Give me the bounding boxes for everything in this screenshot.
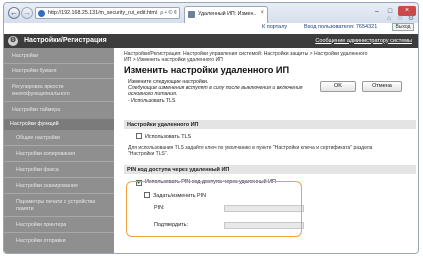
sidebar-divider xyxy=(4,78,114,79)
forward-button[interactable]: → xyxy=(21,7,33,19)
tab-close-icon[interactable]: × xyxy=(260,10,264,16)
back-button[interactable]: ← xyxy=(8,7,20,19)
sidebar-divider xyxy=(4,232,114,233)
section-pin-access: PIN код доступа через удаленный ИП xyxy=(124,165,416,174)
login-info: Вход пользователя: 7654321 xyxy=(304,24,378,30)
desc-line-4: - Использовать TLS xyxy=(128,97,176,104)
sidebar-divider xyxy=(4,63,114,64)
use-tls-row[interactable]: Использовать TLS xyxy=(136,133,191,140)
use-tls-label: Использовать TLS xyxy=(145,134,192,140)
tls-note-line-1: Для использования TLS задайте ключ по ум… xyxy=(128,145,373,151)
sidebar-item-general[interactable]: Общие настройки xyxy=(4,132,114,145)
section-remote-ui-settings: Настройки удаленного ИП xyxy=(124,120,416,129)
admin-message-link[interactable]: Сообщение администратору системы xyxy=(315,38,412,44)
browser-toolbar: ← → http://192.168.25.131/m_security_rui… xyxy=(4,3,418,23)
ie-icon xyxy=(38,10,45,17)
settings-logo-icon: ⚙ xyxy=(8,36,18,46)
url-text: http://192.168.25.131/m_security_rui_edi… xyxy=(48,10,157,16)
sidebar-divider xyxy=(4,193,114,194)
tls-note-line-2: "Настройки TLS". xyxy=(128,151,169,157)
breadcrumb: Настройки/Регистрация: Настройки управле… xyxy=(124,51,414,63)
address-controls[interactable]: ρ • © ¢ xyxy=(160,10,177,16)
page-favicon-icon xyxy=(188,11,195,18)
cancel-button[interactable]: Отмена xyxy=(362,81,402,92)
portal-link[interactable]: К порталу xyxy=(262,24,287,30)
sidebar: Настройки Настройки бумаги Регулировка я… xyxy=(4,48,114,253)
sidebar-item-paper[interactable]: Настройки бумаги xyxy=(4,65,114,78)
sidebar-item-timer[interactable]: Настройки таймера xyxy=(4,104,114,117)
header-title: Настройки/Регистрация xyxy=(24,37,107,44)
ok-button[interactable]: OK xyxy=(320,81,356,92)
sidebar-item-settings[interactable]: Настройки xyxy=(4,50,114,63)
minimize-icon[interactable]: – xyxy=(372,7,382,17)
sidebar-item-scan[interactable]: Настройки сканирования xyxy=(4,180,114,193)
sidebar-divider xyxy=(4,161,114,162)
address-bar[interactable]: http://192.168.25.131/m_security_rui_edi… xyxy=(35,7,180,19)
sidebar-item-brightness-cont[interactable]: многофункционального xyxy=(4,88,114,98)
sidebar-section-head: Настройки функций xyxy=(4,119,114,130)
sidebar-divider xyxy=(4,216,114,217)
sidebar-item-copy[interactable]: Настройки копирования xyxy=(4,148,114,161)
description: Измените следующие настройки. Следующие … xyxy=(128,79,318,104)
logout-button[interactable]: Выход xyxy=(392,23,414,31)
sidebar-item-fax[interactable]: Настройки факса xyxy=(4,164,114,177)
sidebar-divider xyxy=(4,177,114,178)
app-header: ⚙ Настройки/Регистрация Сообщение админи… xyxy=(4,34,418,48)
sidebar-item-printer[interactable]: Настройки принтера xyxy=(4,219,114,232)
page-title: Изменить настройки удаленного ИП xyxy=(124,65,290,75)
use-tls-checkbox[interactable] xyxy=(136,133,142,139)
sidebar-item-print-memory-cont[interactable]: памяти xyxy=(4,203,114,213)
browser-tab[interactable]: Удаленный ИП: Измен... × xyxy=(184,6,268,23)
breadcrumb-line-2[interactable]: ИП > Изменить настройки удаленного ИП xyxy=(124,57,414,63)
top-strip: К порталу Вход пользователя: 7654321 Вых… xyxy=(4,23,418,32)
tls-note: Для использования TLS задайте ключ по ум… xyxy=(128,145,413,157)
sidebar-divider xyxy=(4,145,114,146)
tab-title: Удаленный ИП: Измен... xyxy=(198,11,256,17)
sidebar-divider xyxy=(4,101,114,102)
highlight-callout xyxy=(126,181,302,237)
sidebar-item-send[interactable]: Настройки отправки xyxy=(4,235,114,248)
